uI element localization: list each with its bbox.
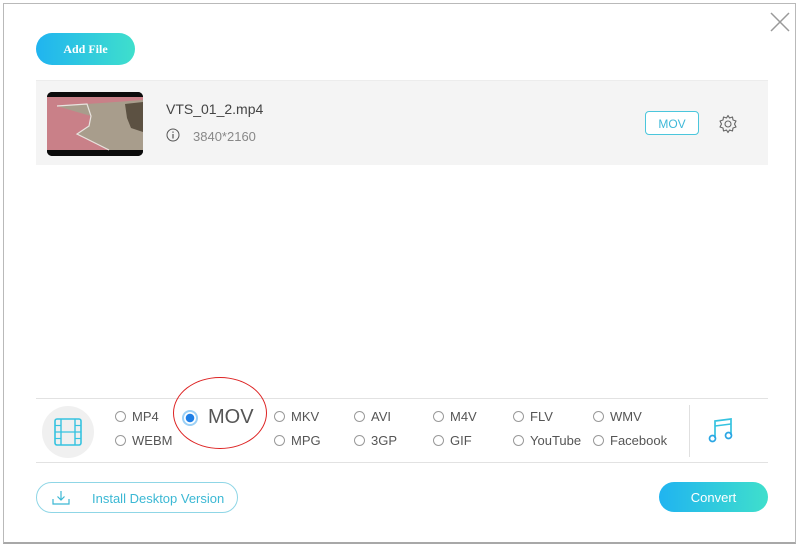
format-selector: MP4 MOV MKV AVI M4V FLV WMV WEBM MPG 3GP… — [36, 398, 768, 463]
output-format-button[interactable]: MOV — [645, 111, 699, 135]
radio-button-selected[interactable] — [182, 409, 198, 426]
format-option-facebook[interactable]: Facebook — [593, 433, 667, 448]
format-label: GIF — [450, 433, 472, 448]
format-label: FLV — [530, 409, 553, 424]
radio-button[interactable] — [513, 411, 524, 422]
radio-button[interactable] — [433, 435, 444, 446]
format-label: M4V — [450, 409, 477, 424]
format-label: 3GP — [371, 433, 398, 448]
radio-button[interactable] — [115, 411, 126, 422]
gear-icon[interactable] — [718, 114, 738, 134]
format-option-mpg[interactable]: MPG — [274, 433, 321, 448]
radio-button[interactable] — [513, 435, 524, 446]
radio-button[interactable] — [433, 411, 444, 422]
format-option-avi[interactable]: AVI — [354, 409, 391, 424]
format-option-gif[interactable]: GIF — [433, 433, 472, 448]
format-option-mp4[interactable]: MP4 — [115, 409, 159, 424]
format-option-3gp[interactable]: 3GP — [354, 433, 397, 448]
format-option-flv[interactable]: FLV — [513, 409, 553, 424]
music-note-icon[interactable] — [707, 416, 735, 444]
format-label: MPG — [291, 433, 321, 448]
radio-button[interactable] — [354, 435, 365, 446]
panel-divider — [689, 405, 690, 457]
radio-button[interactable] — [274, 411, 285, 422]
format-option-webm[interactable]: WEBM — [115, 433, 172, 448]
install-desktop-button[interactable]: Install Desktop Version — [36, 482, 238, 513]
format-label: MP4 — [132, 409, 159, 424]
format-label: MOV — [208, 406, 254, 428]
film-icon — [54, 418, 82, 446]
video-format-tab[interactable] — [42, 406, 94, 458]
video-thumbnail — [47, 92, 143, 156]
info-icon[interactable] — [166, 128, 180, 142]
format-label: AVI — [371, 409, 391, 424]
format-option-wmv[interactable]: WMV — [593, 409, 642, 424]
file-name: VTS_01_2.mp4 — [166, 101, 264, 117]
format-option-mov[interactable]: MOV — [182, 406, 254, 429]
format-label: Facebook — [610, 433, 668, 448]
format-label: MKV — [291, 409, 320, 424]
format-option-m4v[interactable]: M4V — [433, 409, 477, 424]
format-label: WMV — [610, 409, 642, 424]
add-file-button[interactable]: Add File — [36, 33, 135, 65]
install-label: Install Desktop Version — [92, 491, 225, 506]
format-option-mkv[interactable]: MKV — [274, 409, 319, 424]
radio-button[interactable] — [354, 411, 365, 422]
radio-button[interactable] — [593, 411, 604, 422]
file-resolution: 3840*2160 — [193, 129, 256, 144]
format-option-youtube[interactable]: YouTube — [513, 433, 581, 448]
radio-button[interactable] — [274, 435, 285, 446]
download-icon — [52, 491, 70, 505]
radio-button[interactable] — [593, 435, 604, 446]
file-list-item: VTS_01_2.mp4 3840*2160 MOV — [36, 80, 768, 165]
format-label: YouTube — [530, 433, 582, 448]
convert-button[interactable]: Convert — [659, 482, 768, 512]
format-label: WEBM — [132, 433, 173, 448]
close-icon[interactable] — [768, 10, 792, 34]
radio-button[interactable] — [115, 435, 126, 446]
